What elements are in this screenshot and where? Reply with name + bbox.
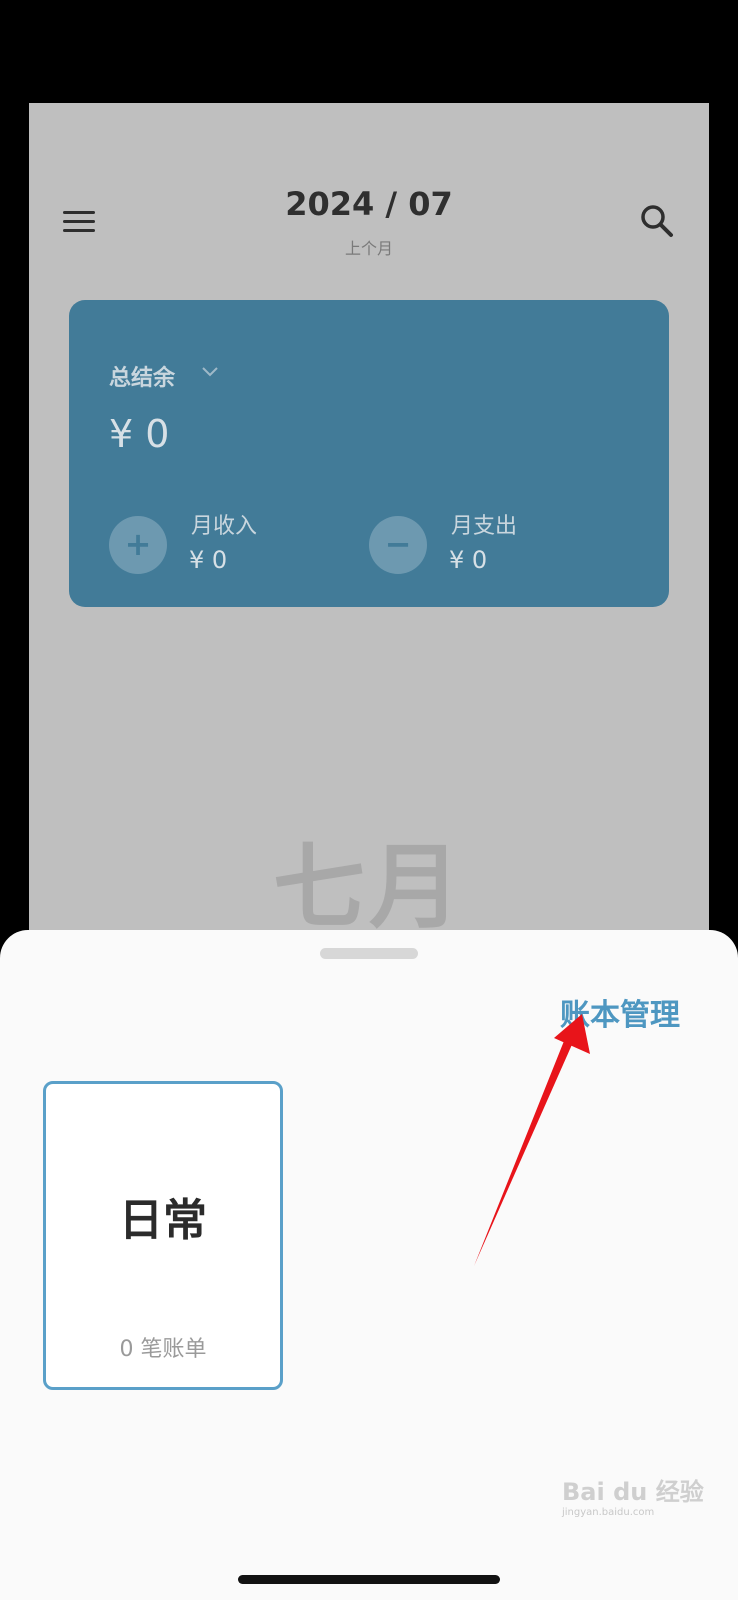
- chevron-down-icon[interactable]: [201, 366, 219, 378]
- book-card[interactable]: 日常 0 笔账单: [43, 1081, 283, 1390]
- sheet-drag-handle[interactable]: [320, 948, 418, 959]
- income-label: 月收入: [191, 514, 258, 539]
- book-name: 日常: [119, 1195, 207, 1246]
- plus-icon[interactable]: +: [109, 516, 167, 574]
- expense-label: 月支出: [451, 514, 518, 539]
- previous-month-link[interactable]: 上个月: [29, 235, 709, 259]
- search-icon[interactable]: [639, 203, 675, 239]
- watermark-url: jingyan.baidu.com: [562, 1507, 655, 1518]
- watermark-text: Bai du 经验: [562, 1478, 704, 1506]
- baidu-watermark: Bai du 经验 jingyan.baidu.com: [562, 1478, 712, 1528]
- summary-card: 总结余 ¥ 0 + 月收入 ¥ 0 − 月支出 ¥ 0: [69, 300, 669, 607]
- current-month[interactable]: 2024 / 07: [29, 185, 709, 223]
- expense-value: ¥ 0: [449, 546, 488, 574]
- book-bill-count: 0 笔账单: [119, 1337, 207, 1362]
- background-month-label: 七月: [272, 834, 465, 941]
- income-value: ¥ 0: [189, 546, 228, 574]
- balance-label[interactable]: 总结余: [109, 360, 175, 392]
- home-indicator[interactable]: [238, 1575, 500, 1584]
- annotation-arrow: [474, 1014, 590, 1266]
- balance-value: ¥ 0: [109, 412, 170, 456]
- minus-icon[interactable]: −: [369, 516, 427, 574]
